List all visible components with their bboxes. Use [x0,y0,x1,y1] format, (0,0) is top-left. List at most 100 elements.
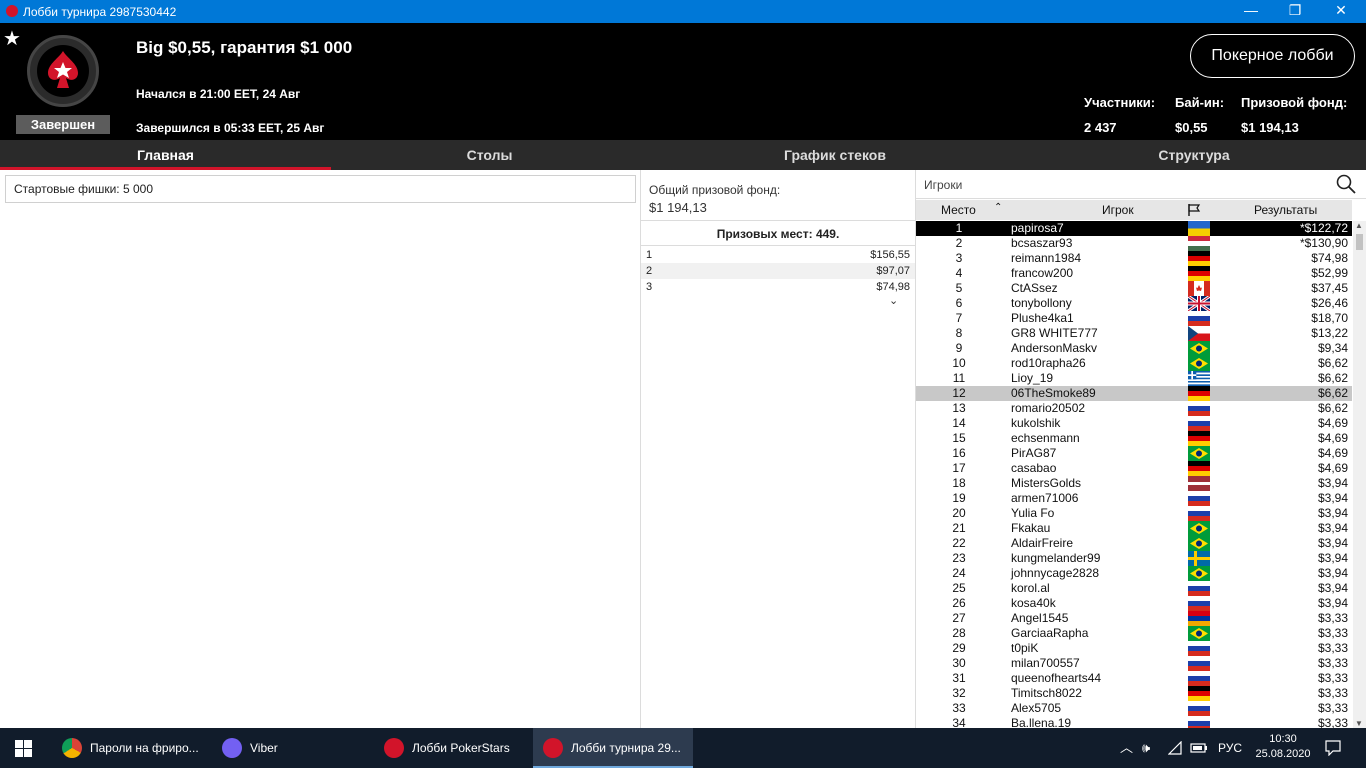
entrants-label: Участники: [1084,95,1156,110]
player-row[interactable]: 9 AndersonMaskv $9,34 [916,341,1352,356]
taskbar-item-pokerstars-lobby[interactable]: Лобби PokerStars [374,728,530,768]
player-row[interactable]: 30 milan700557 $3,33 [916,656,1352,671]
player-row[interactable]: 24 johnnycage2828 $3,94 [916,566,1352,581]
flag-column-icon[interactable] [1187,203,1201,217]
player-row[interactable]: 11 Lioy_19 $6,62 [916,371,1352,386]
player-row[interactable]: 34 Ba.llena.19 $3,33 [916,716,1352,728]
column-results[interactable]: Результаты [1254,203,1317,217]
tray-chevron-up-icon[interactable]: ︿ [1120,728,1133,768]
brazil-flag-icon [1188,446,1210,461]
player-name: Fkakau [1011,521,1051,535]
player-result: *$130,90 [1299,236,1348,250]
player-row[interactable]: 14 kukolshik $4,69 [916,416,1352,431]
taskbar-item-tournament-lobby[interactable]: Лобби турнира 29... [533,728,693,768]
favorite-star-icon[interactable]: ★ [3,26,21,51]
player-row[interactable]: 31 queenofhearts44 $3,33 [916,671,1352,686]
player-row[interactable]: 25 korol.al $3,94 [916,581,1352,596]
column-place[interactable]: Место [941,203,976,217]
player-row[interactable]: 15 echsenmann $4,69 [916,431,1352,446]
chrome-icon [62,738,82,758]
prize-row: 1 $156,55 [641,247,915,263]
players-scrollbar[interactable]: ▲ ▼ [1353,221,1366,728]
player-row[interactable]: 23 kungmelander99 $3,94 [916,551,1352,566]
sort-up-icon[interactable]: ⌃ [994,202,1002,213]
chevron-down-icon[interactable]: ⌄ [889,294,898,307]
prize-place: 3 [646,281,653,293]
player-row[interactable]: 5 CtASsez $37,45 [916,281,1352,296]
player-row[interactable]: 16 PirAG87 $4,69 [916,446,1352,461]
player-name: kungmelander99 [1011,551,1101,565]
player-row[interactable]: 26 kosa40k $3,94 [916,596,1352,611]
player-row[interactable]: 10 rod10rapha26 $6,62 [916,356,1352,371]
network-icon[interactable] [1168,741,1183,755]
hungary-flag-icon [1188,236,1210,251]
player-name: queenofhearts44 [1011,671,1102,685]
player-name: echsenmann [1011,431,1080,445]
player-row[interactable]: 8 GR8 WHITE777 $13,22 [916,326,1352,341]
tab-stack-chart[interactable]: График стеков [648,140,1022,170]
starting-chips-label: Стартовые фишки: [14,182,120,196]
player-place: 27 [952,611,966,625]
player-row[interactable]: 2 bcsaszar93 *$130,90 [916,236,1352,251]
taskbar-item-chrome[interactable]: Пароли на фриро... [52,728,208,768]
column-player[interactable]: Игрок [1102,203,1134,217]
player-row[interactable]: 29 t0piK $3,33 [916,641,1352,656]
player-name: kosa40k [1011,596,1056,610]
players-search[interactable]: Игроки [916,170,1366,199]
player-row[interactable]: 32 Timitsch8022 $3,33 [916,686,1352,701]
minimize-button[interactable]: — [1228,0,1274,23]
scrollbar-thumb[interactable] [1356,234,1363,250]
ukraine-flag-icon [1188,221,1210,236]
player-row[interactable]: 18 MistersGolds $3,94 [916,476,1352,491]
player-row[interactable]: 22 AldairFreire $3,94 [916,536,1352,551]
language-indicator[interactable]: РУС [1218,728,1242,768]
end-time: Завершился в 05:33 EET, 25 Авг [136,121,325,135]
player-row[interactable]: 28 GarciaaRapha $3,33 [916,626,1352,641]
brazil-flag-icon [1188,566,1210,581]
player-result: $3,94 [1317,536,1348,550]
player-row[interactable]: 3 reimann1984 $74,98 [916,251,1352,266]
player-row[interactable]: 6 tonybollony $26,46 [916,294,1352,313]
pokerstars-icon [543,738,563,758]
player-place: 20 [952,506,966,520]
player-name: armen71006 [1011,491,1079,505]
scroll-up-icon[interactable]: ▲ [1355,221,1363,230]
pokerstars-logo [27,35,99,107]
player-row[interactable]: 1 papirosa7 *$122,72 [916,221,1352,236]
windows-start-icon[interactable] [15,740,32,757]
volume-icon[interactable]: 🕪 [1142,728,1150,768]
tab-tables[interactable]: Столы [331,140,648,170]
player-row[interactable]: 19 armen71006 $3,94 [916,491,1352,506]
notifications-icon[interactable] [1325,740,1341,756]
system-clock[interactable]: 10:30 25.08.2020 [1253,732,1313,762]
player-row[interactable]: 21 Fkakau $3,94 [916,521,1352,536]
tab-main[interactable]: Главная [0,140,331,170]
maximize-button[interactable]: ❐ [1272,0,1318,23]
player-row[interactable]: 13 romario20502 $6,62 [916,401,1352,416]
battery-icon[interactable] [1190,741,1208,755]
player-result: $3,94 [1317,566,1348,580]
germany-flag-icon [1188,266,1210,281]
player-row[interactable]: 27 Angel1545 $3,33 [916,611,1352,626]
player-name: AldairFreire [1011,536,1074,550]
player-row[interactable]: 17 casabao $4,69 [916,461,1352,476]
tab-structure[interactable]: Структура [1022,140,1366,170]
russia-flag-icon [1188,701,1210,716]
player-result: $3,33 [1317,686,1348,700]
player-row[interactable]: 12 06TheSmoke89 $6,62 [916,386,1352,401]
player-row[interactable]: 4 francow200 $52,99 [916,266,1352,281]
search-icon[interactable] [1336,174,1356,194]
close-button[interactable]: ✕ [1318,0,1364,23]
player-result: $13,22 [1311,326,1348,340]
player-place: 24 [952,566,966,580]
total-pool-value: $1 194,13 [649,200,707,215]
player-result: $3,33 [1317,626,1348,640]
starting-chips-value: 5 000 [123,182,154,196]
poker-lobby-button[interactable]: Покерное лобби [1190,34,1355,78]
player-row[interactable]: 7 Plushe4ka1 $18,70 [916,311,1352,326]
scroll-down-icon[interactable]: ▼ [1355,719,1363,728]
player-row[interactable]: 33 Alex5705 $3,33 [916,701,1352,716]
player-row[interactable]: 20 Yulia Fo $3,94 [916,506,1352,521]
prize-row: 2 $97,07 [641,263,915,279]
taskbar-item-viber[interactable]: Viber [212,728,372,768]
